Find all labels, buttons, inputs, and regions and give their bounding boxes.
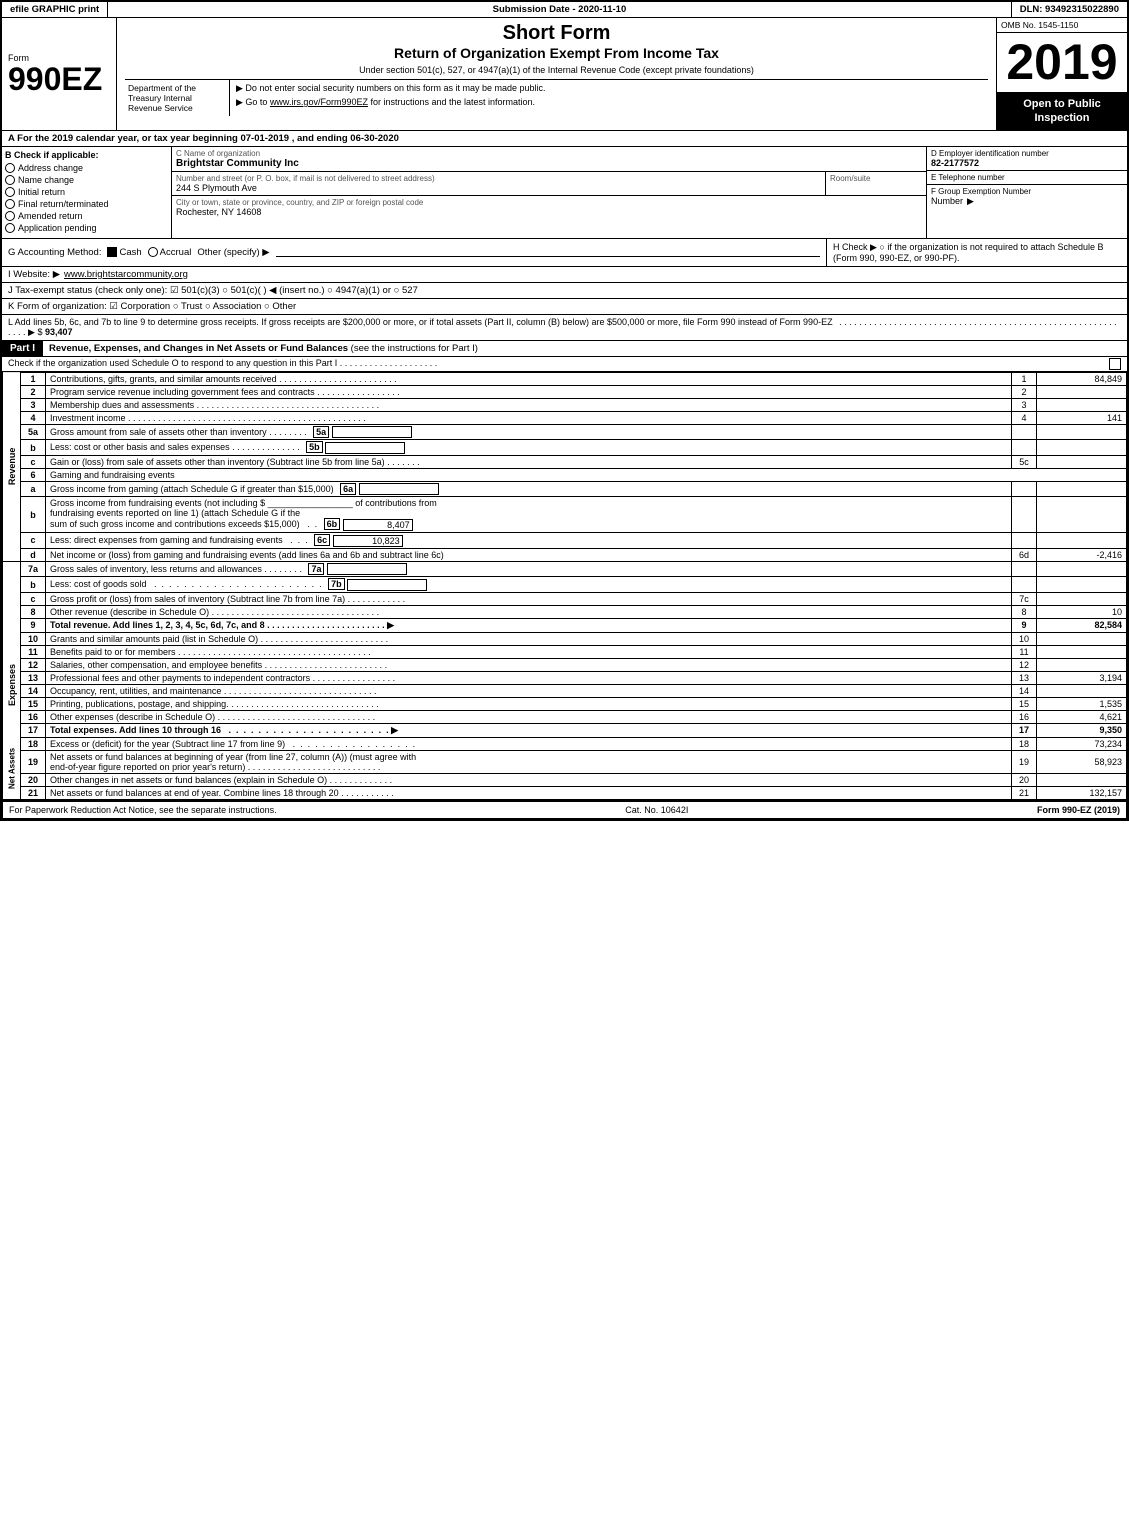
form-990ez-label: Form 990-EZ (2019) xyxy=(1037,805,1120,815)
org-name-label: C Name of organization xyxy=(176,149,922,158)
form-of-org-label: K Form of organization: xyxy=(8,301,107,312)
table-row: 5a Gross amount from sale of assets othe… xyxy=(3,424,1127,440)
website-url[interactable]: www.brightstarcommunity.org xyxy=(64,269,188,280)
open-to-public-box: Open to Public Inspection xyxy=(997,93,1127,130)
irs-url[interactable]: www.irs.gov/Form990EZ xyxy=(270,97,368,107)
section-b-label: B Check if applicable: xyxy=(5,150,168,160)
table-row: 3 Membership dues and assessments . . . … xyxy=(3,398,1127,411)
efile-label: efile GRAPHIC print xyxy=(2,2,108,17)
other-accounting: Other (specify) ▶ xyxy=(197,247,269,258)
notice2: ▶ Go to www.irs.gov/Form990EZ for instru… xyxy=(236,97,982,108)
table-row: 19 Net assets or fund balances at beginn… xyxy=(3,750,1127,773)
tax-status-options: ☑ 501(c)(3) ○ 501(c)( ) ◀ (insert no.) ○… xyxy=(170,285,418,296)
table-row: 12 Salaries, other compensation, and emp… xyxy=(3,658,1127,671)
cash-checkbox[interactable]: Cash xyxy=(107,247,141,258)
table-row: 6 Gaming and fundraising events xyxy=(3,468,1127,481)
table-row: Revenue 1 Contributions, gifts, grants, … xyxy=(3,372,1127,385)
table-row: 16 Other expenses (describe in Schedule … xyxy=(3,710,1127,723)
table-row: 14 Occupancy, rent, utilities, and maint… xyxy=(3,684,1127,697)
table-row: Expenses 10 Grants and similar amounts p… xyxy=(3,632,1127,645)
table-row: b Gross income from fundraising events (… xyxy=(3,497,1127,533)
ein-label: D Employer identification number xyxy=(931,149,1123,158)
address-label: Number and street (or P. O. box, if mail… xyxy=(176,174,821,183)
table-row: c Gain or (loss) from sale of assets oth… xyxy=(3,455,1127,468)
initial-return-check[interactable]: Initial return xyxy=(5,187,168,197)
final-return-check[interactable]: Final return/terminated xyxy=(5,199,168,209)
address-change-check[interactable]: Address change xyxy=(5,163,168,173)
table-row: 13 Professional fees and other payments … xyxy=(3,671,1127,684)
omb-number: OMB No. 1545-1150 xyxy=(997,18,1127,33)
table-row: 9 Total revenue. Add lines 1, 2, 3, 4, 5… xyxy=(3,618,1127,632)
table-row: 11 Benefits paid to or for members . . .… xyxy=(3,645,1127,658)
submission-date: Submission Date - 2020-11-10 xyxy=(108,2,1012,17)
table-row: 15 Printing, publications, postage, and … xyxy=(3,697,1127,710)
accounting-label: G Accounting Method: xyxy=(8,247,101,258)
group-num-label: Number xyxy=(931,196,963,206)
line-l-amount: 93,407 xyxy=(45,327,73,337)
part1-label: Part I xyxy=(2,341,43,356)
schedule-o-checkbox[interactable] xyxy=(1109,358,1121,370)
tax-status-label: J Tax-exempt status (check only one): xyxy=(8,285,167,296)
revenue-section-tab: Revenue xyxy=(3,372,21,561)
notice1: ▶ Do not enter social security numbers o… xyxy=(236,83,982,94)
table-row: 2 Program service revenue including gove… xyxy=(3,385,1127,398)
org-city: Rochester, NY 14608 xyxy=(176,207,922,217)
ein-value: 82-2177572 xyxy=(931,158,1123,168)
table-row: 7a Gross sales of inventory, less return… xyxy=(3,561,1127,577)
table-row: 20 Other changes in net assets or fund b… xyxy=(3,773,1127,786)
line-l-text: L Add lines 5b, 6c, and 7b to line 9 to … xyxy=(8,317,833,327)
net-assets-section-tab: Net Assets xyxy=(3,737,21,799)
cat-number: Cat. No. 10642I xyxy=(625,805,688,815)
short-form-title: Short Form xyxy=(125,22,988,45)
part1-subtitle: Revenue, Expenses, and Changes in Net As… xyxy=(49,343,1127,354)
dept-name: Department of the Treasury Internal Reve… xyxy=(125,80,230,116)
application-pending-check[interactable]: Application pending xyxy=(5,223,168,233)
table-row: 4 Investment income . . . . . . . . . . … xyxy=(3,411,1127,424)
schedule-b-notice: H Check ▶ ○ if the organization is not r… xyxy=(833,242,1104,263)
table-row: Net Assets 18 Excess or (deficit) for th… xyxy=(3,737,1127,750)
table-row: b Less: cost or other basis and sales ex… xyxy=(3,440,1127,456)
schedule-o-check-text: Check if the organization used Schedule … xyxy=(8,358,437,370)
section-a-text: A For the 2019 calendar year, or tax yea… xyxy=(8,133,399,144)
form-number: 990EZ xyxy=(8,63,102,95)
website-label: I Website: ▶ xyxy=(8,269,60,280)
city-label: City or town, state or province, country… xyxy=(176,198,922,207)
table-row: 21 Net assets or fund balances at end of… xyxy=(3,786,1127,799)
table-row: d Net income or (loss) from gaming and f… xyxy=(3,548,1127,561)
expenses-section-tab: Expenses xyxy=(3,632,21,737)
phone-label: E Telephone number xyxy=(931,173,1123,182)
line-l-arrow: ▶ $ xyxy=(28,327,42,337)
dln-label: DLN: 93492315022890 xyxy=(1012,2,1127,17)
amended-return-check[interactable]: Amended return xyxy=(5,211,168,221)
table-row: 17 Total expenses. Add lines 10 through … xyxy=(3,723,1127,737)
room-label: Room/suite xyxy=(830,174,922,183)
org-name: Brightstar Community Inc xyxy=(176,158,922,169)
table-row: b Less: cost of goods sold . . . . . . .… xyxy=(3,577,1127,593)
subtitle-text: Under section 501(c), 527, or 4947(a)(1)… xyxy=(125,65,988,75)
form-of-org-options: ☑ Corporation ○ Trust ○ Association ○ Ot… xyxy=(109,301,296,312)
name-change-check[interactable]: Name change xyxy=(5,175,168,185)
year-display: 2019 xyxy=(997,33,1127,93)
group-exemption-label: F Group Exemption Number xyxy=(931,187,1123,196)
table-row: 8 Other revenue (describe in Schedule O)… xyxy=(3,605,1127,618)
table-row: c Less: direct expenses from gaming and … xyxy=(3,533,1127,549)
org-address: 244 S Plymouth Ave xyxy=(176,183,821,193)
table-row: c Gross profit or (loss) from sales of i… xyxy=(3,592,1127,605)
table-row: a Gross income from gaming (attach Sched… xyxy=(3,481,1127,497)
return-title: Return of Organization Exempt From Incom… xyxy=(125,45,988,61)
accrual-checkbox[interactable]: Accrual xyxy=(148,247,192,258)
paperwork-notice: For Paperwork Reduction Act Notice, see … xyxy=(9,805,277,815)
